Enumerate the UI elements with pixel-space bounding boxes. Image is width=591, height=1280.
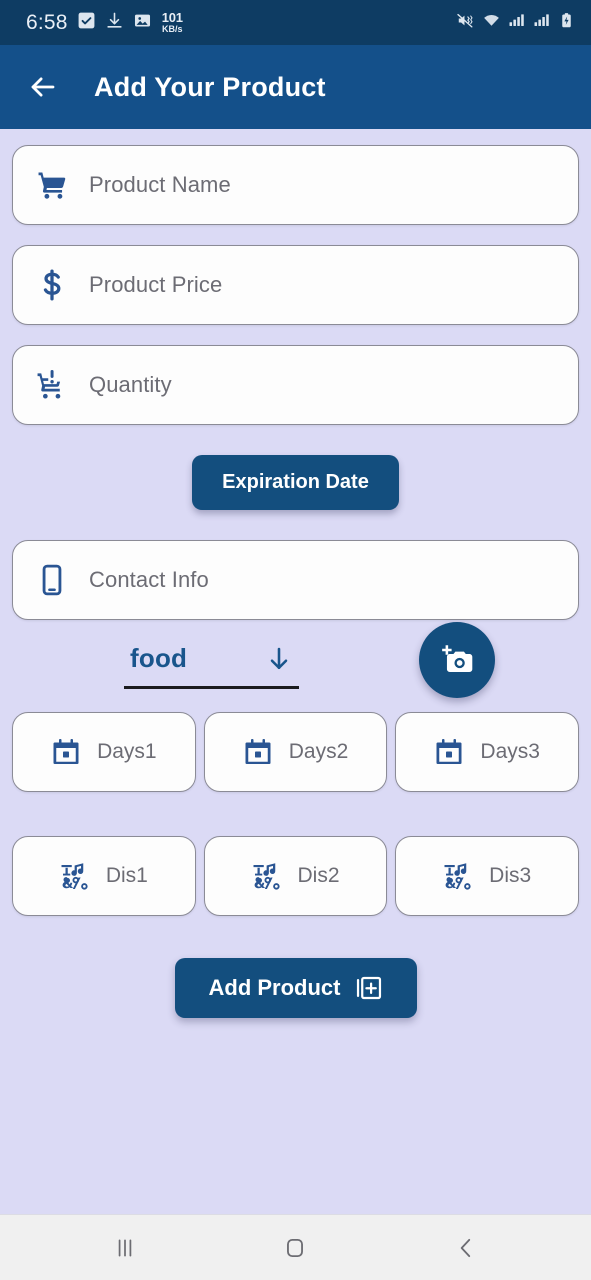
contact-info-field[interactable]: Contact Info [12,540,579,620]
form-content: Product Name Product Price Quantity Expi… [0,129,591,1214]
add-product-label: Add Product [208,975,341,1000]
dollar-sign-icon [35,268,69,302]
product-name-field[interactable]: Product Name [12,145,579,225]
submit-row: Add Product [12,958,579,1018]
wifi-icon [482,11,501,35]
app-bar: Add Your Product [0,45,591,129]
discount-row: Dis1 Dis2 Dis3 [12,836,580,916]
arrow-downward-icon [265,645,293,673]
library-add-icon [355,974,383,1002]
recents-icon[interactable] [112,1235,138,1261]
network-speed-unit: KB/s [161,24,183,34]
days1-field[interactable]: Days1 [12,712,196,792]
dis3-field[interactable]: Dis3 [395,836,580,916]
days2-placeholder: Days2 [288,740,349,763]
back-arrow-icon[interactable] [28,72,58,102]
product-name-placeholder: Product Name [89,172,231,197]
status-bar-right [456,11,575,35]
dis1-field[interactable]: Dis1 [12,836,196,916]
checkbox-checked-icon [77,11,96,35]
category-dropdown[interactable]: food [124,643,299,689]
image-icon [133,11,152,35]
battery-charging-icon [558,12,575,34]
days1-placeholder: Days1 [97,740,157,763]
home-icon[interactable] [282,1235,308,1261]
dis3-placeholder: Dis3 [489,864,532,887]
app-root: 6:58 101 KB/s Add Your Product Product N… [0,0,591,1280]
days2-field[interactable]: Days2 [203,712,388,792]
dis2-field[interactable]: Dis2 [203,836,388,916]
mute-vibrate-icon [456,11,475,35]
add-a-photo-icon [439,642,475,678]
dis1-placeholder: Dis1 [105,864,148,887]
nav-back-icon[interactable] [453,1235,479,1261]
status-bar-left: 6:58 101 KB/s [26,11,183,35]
calendar-icon [243,737,273,767]
days3-field[interactable]: Days3 [395,712,580,792]
shopping-cart-icon [35,168,69,202]
download-icon [105,11,124,35]
network-speed-value: 101 [161,10,183,25]
signal-icon-1 [508,11,526,34]
add-product-button[interactable]: Add Product [174,958,417,1018]
quantity-field[interactable]: Quantity [12,345,579,425]
page-title: Add Your Product [94,71,326,102]
calendar-icon [51,737,81,767]
emoji-symbols-icon [443,861,473,891]
expiration-date-row: Expiration Date [12,455,579,510]
signal-icon-2 [533,11,551,34]
days-row: Days1 Days2 Days3 [12,712,580,792]
emoji-symbols-icon [252,861,282,891]
category-dropdown-value: food [130,643,188,673]
network-speed-indicator: 101 KB/s [162,11,183,34]
product-price-placeholder: Product Price [89,272,223,297]
add-photo-button[interactable] [419,622,495,698]
mobile-phone-icon [35,563,69,597]
expiration-date-button[interactable]: Expiration Date [192,455,399,510]
contact-info-placeholder: Contact Info [89,567,209,592]
category-and-photo-row: food [12,620,579,712]
days3-placeholder: Days3 [480,740,540,763]
dis2-placeholder: Dis2 [297,864,340,887]
product-price-field[interactable]: Product Price [12,245,579,325]
production-quantity-limits-icon [35,368,69,402]
quantity-placeholder: Quantity [89,372,172,397]
status-bar: 6:58 101 KB/s [0,0,591,45]
calendar-icon [434,737,464,767]
emoji-symbols-icon [60,861,90,891]
android-nav-bar [0,1214,591,1280]
status-bar-clock: 6:58 [26,10,68,34]
